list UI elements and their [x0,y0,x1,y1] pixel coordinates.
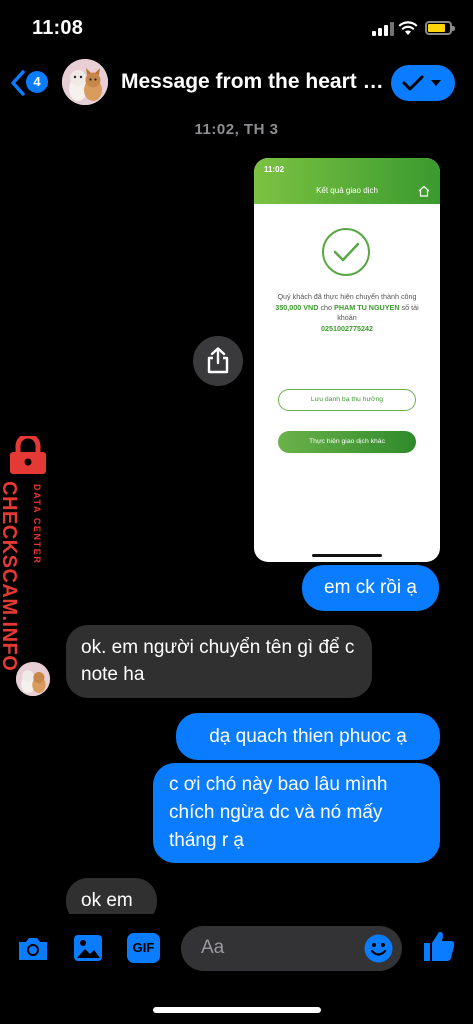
message-timestamp: 11:02, TH 3 [194,121,279,138]
lock-icon [10,436,46,474]
recipient-name: PHAM TU NGUYEN [334,302,400,312]
watermark-main: CHECKSCAM.INFO [0,481,20,672]
message-input-placeholder: Aa [201,937,225,958]
share-icon [207,347,229,374]
account-number: 0251002775242 [321,323,373,333]
message-outgoing[interactable]: c ơi chó này bao lâu mình chích ngừa dc … [153,763,440,863]
chat-header: 4 Message from the heart 🐶 [0,58,473,110]
wifi-icon [398,21,418,35]
shared-transfer-screenshot[interactable]: 11:02 Kết quả giao dịch Quý khách đã thự… [254,158,440,562]
share-button[interactable] [193,336,243,386]
unread-badge: 4 [26,71,48,93]
transfer-amount: 350,000 VND [275,302,319,312]
check-icon [402,75,424,91]
transfer-result-text: Quý khách đã thực hiện chuyển thành công… [275,292,419,333]
screenshot-home-indicator [312,554,382,557]
screenshot-title: Kết quả giao dịch [316,186,378,195]
chevron-down-icon [431,80,441,86]
dog-avatar-icon [62,59,108,105]
watermark-sub: DATA CENTER [32,484,42,565]
battery-icon [425,21,455,35]
home-icon [418,185,430,197]
conversation-title[interactable]: Message from the heart 🐶 [121,70,386,94]
dog-avatar-icon [16,662,50,696]
success-check-icon [322,228,370,276]
home-indicator [153,1007,321,1013]
image-icon[interactable] [72,933,104,963]
camera-icon[interactable] [16,935,50,963]
status-bar: 11:08 [0,0,473,58]
gif-icon[interactable]: GIF [127,933,160,963]
new-transaction-button: Thực hiện giao dịch khác [278,431,416,453]
avatar[interactable] [62,59,108,105]
back-button[interactable]: 4 [8,67,50,99]
message-outgoing[interactable]: dạ quach thien phuoc ạ [176,713,440,760]
status-time: 11:08 [32,17,84,39]
save-beneficiary-button: Lưu danh bạ thụ hưởng [278,389,416,411]
message-incoming[interactable]: ok. em người chuyển tên gì để c note ha [66,625,372,698]
sender-avatar[interactable] [16,662,50,696]
message-input[interactable]: Aa [181,926,402,971]
emoji-icon[interactable] [363,933,394,964]
message-outgoing[interactable]: em ck rồi ạ [302,565,439,611]
chevron-left-icon [11,70,25,96]
signal-icon [372,22,394,36]
seen-menu-button[interactable] [391,65,455,101]
thumbs-up-icon[interactable] [421,928,457,964]
screenshot-status-time: 11:02 [264,165,285,174]
